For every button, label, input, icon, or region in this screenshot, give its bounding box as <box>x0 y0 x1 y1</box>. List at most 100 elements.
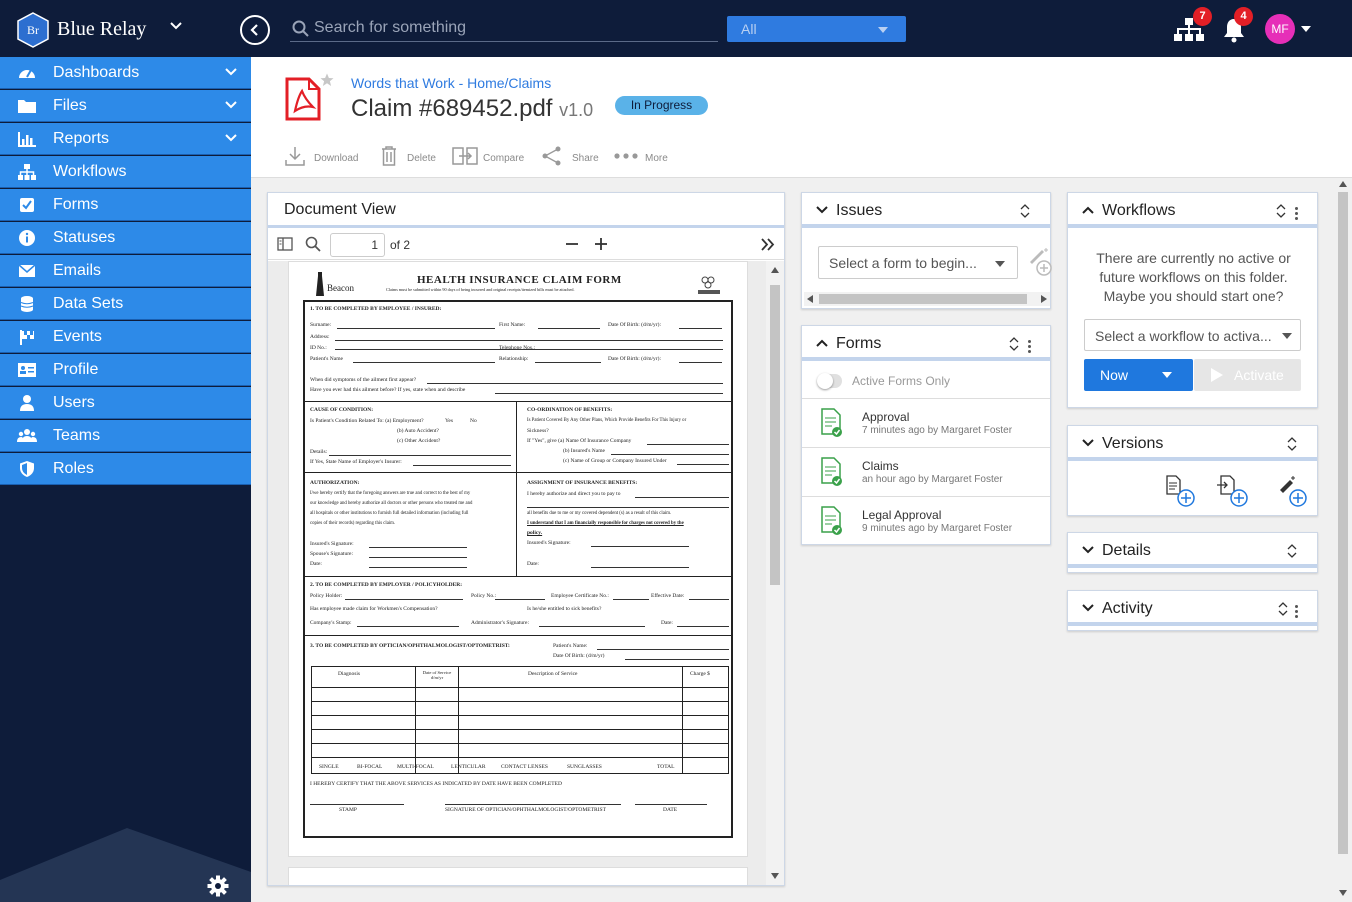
sidebar-item-events[interactable]: Events <box>0 321 251 353</box>
field-label: Is he/she entitled to sick benefits? <box>527 606 602 612</box>
star-icon[interactable] <box>320 73 334 87</box>
list-item[interactable]: Approval 7 minutes ago by Margaret Foste… <box>802 398 1050 447</box>
sort-icon[interactable] <box>1020 204 1030 218</box>
collapse-sidebar-button[interactable] <box>240 15 270 45</box>
forms-header[interactable]: Forms <box>802 326 1050 361</box>
upload-version-icon[interactable] <box>1165 475 1195 507</box>
pdf-scrollbar-thumb[interactable] <box>770 285 780 585</box>
more-vertical-icon[interactable] <box>1295 207 1298 222</box>
scroll-left-icon[interactable] <box>807 295 813 303</box>
import-version-icon[interactable] <box>1216 475 1248 507</box>
list-item[interactable]: Legal Approval 9 minutes ago by Margaret… <box>802 496 1050 545</box>
sidebar-item-workflows[interactable]: Workflows <box>0 156 251 188</box>
scroll-up-icon[interactable] <box>1339 181 1347 187</box>
breadcrumb[interactable]: Words that Work - Home/Claims <box>351 75 551 91</box>
more-button[interactable]: More <box>613 145 668 170</box>
scope-value: All <box>741 21 757 37</box>
more-vertical-icon[interactable] <box>1295 605 1298 620</box>
download-button[interactable]: Download <box>284 145 358 170</box>
sort-icon[interactable] <box>1278 602 1288 616</box>
sidebar-item-forms[interactable]: Forms <box>0 189 251 221</box>
activate-button[interactable]: Activate <box>1194 359 1301 391</box>
search-icon[interactable] <box>305 236 321 252</box>
chevron-down-icon[interactable] <box>170 22 182 30</box>
scroll-right-icon[interactable] <box>1041 295 1047 303</box>
workflows-empty-message: There are currently no active or future … <box>1096 250 1291 304</box>
field-line <box>591 567 689 568</box>
more-vertical-icon[interactable] <box>1028 340 1031 355</box>
sidebar-item-statuses[interactable]: Statuses <box>0 222 251 254</box>
compare-button[interactable]: Compare <box>452 145 524 170</box>
sidebar-item-files[interactable]: Files <box>0 90 251 122</box>
field-label: Is Patient's Condition Related To: (a) E… <box>310 418 424 424</box>
document-view-panel: Document View of 2 B <box>267 192 785 886</box>
sort-icon[interactable] <box>1287 544 1297 558</box>
zoom-out-icon[interactable] <box>565 237 579 251</box>
workflow-select[interactable]: Select a workflow to activa... <box>1084 319 1301 351</box>
field-line <box>357 626 459 627</box>
zoom-in-icon[interactable] <box>594 237 608 251</box>
brand-name[interactable]: Blue Relay <box>57 18 146 41</box>
sort-icon[interactable] <box>1009 337 1019 351</box>
page-scrollbar-thumb[interactable] <box>1338 192 1348 854</box>
sitemap-icon <box>18 164 36 180</box>
search-scope-select[interactable]: All <box>727 16 906 42</box>
issues-header[interactable]: Issues <box>802 193 1050 228</box>
sidebar-item-emails[interactable]: Emails <box>0 255 251 287</box>
scroll-up-icon[interactable] <box>771 267 779 273</box>
search-input[interactable] <box>314 16 714 40</box>
now-button[interactable]: Now <box>1084 359 1193 391</box>
page-scrollbar[interactable] <box>1334 178 1352 902</box>
activity-header[interactable]: Activity <box>1068 591 1317 626</box>
issue-form-select[interactable]: Select a form to begin... <box>818 246 1018 279</box>
shield-icon <box>20 461 34 477</box>
sidebar-item-data-sets[interactable]: Data Sets <box>0 288 251 320</box>
brand-logo-icon[interactable]: Br <box>16 12 50 48</box>
pdf-scrollbar[interactable] <box>766 261 784 885</box>
gear-icon[interactable] <box>207 875 229 897</box>
table-row <box>312 757 728 758</box>
active-forms-toggle[interactable] <box>817 373 842 389</box>
caret-down-icon <box>1282 333 1292 339</box>
status-badge[interactable]: In Progress <box>615 96 708 115</box>
page-number-input[interactable] <box>330 233 385 257</box>
caret-down-icon <box>995 261 1005 267</box>
horizontal-scrollbar[interactable] <box>804 292 1050 306</box>
sidebar-item-users[interactable]: Users <box>0 387 251 419</box>
sidebar-item-teams[interactable]: Teams <box>0 420 251 452</box>
pdf-viewport[interactable]: Beacon HEALTH INSURANCE CLAIM FORM Claim… <box>268 261 784 885</box>
sidebar-item-roles[interactable]: Roles <box>0 453 251 485</box>
sidebar-toggle-icon[interactable] <box>277 237 293 251</box>
sidebar-item-label: Events <box>53 328 102 345</box>
sidebar-item-dashboards[interactable]: Dashboards <box>0 57 251 89</box>
add-issue-icon[interactable] <box>1028 246 1052 280</box>
field-line <box>310 804 404 805</box>
list-item[interactable]: Claims an hour ago by Margaret Foster <box>802 447 1050 496</box>
details-header[interactable]: Details <box>1068 533 1317 568</box>
sidebar-item-profile[interactable]: Profile <box>0 354 251 386</box>
versions-header[interactable]: Versions <box>1068 426 1317 461</box>
delete-button[interactable]: Delete <box>380 145 436 170</box>
sort-icon[interactable] <box>1287 437 1297 451</box>
envelope-icon <box>18 264 36 277</box>
share-button[interactable]: Share <box>541 145 599 170</box>
sidebar-item-label: Dashboards <box>53 64 140 81</box>
caret-down-icon[interactable] <box>1301 26 1311 32</box>
sidebar-item-reports[interactable]: Reports <box>0 123 251 155</box>
horizontal-scrollbar-thumb[interactable] <box>819 294 1027 304</box>
field-line <box>679 362 722 363</box>
field-label: Telephone Nos.: <box>499 345 535 351</box>
scroll-down-icon[interactable] <box>1339 890 1347 896</box>
workflows-header[interactable]: Workflows <box>1068 193 1317 228</box>
double-chevron-right-icon[interactable] <box>761 238 775 251</box>
field-label: Details: <box>310 449 328 455</box>
field-label: Spouse's Signature: <box>310 551 354 557</box>
avatar[interactable]: MF <box>1265 14 1295 44</box>
field-line <box>495 599 545 600</box>
versions-title: Versions <box>1102 435 1164 452</box>
scroll-down-icon[interactable] <box>771 873 779 879</box>
edit-version-icon[interactable] <box>1279 475 1311 507</box>
sort-icon[interactable] <box>1276 204 1286 218</box>
activate-label: Activate <box>1234 367 1284 383</box>
field-label: Employee Certificate No.: <box>551 593 609 599</box>
